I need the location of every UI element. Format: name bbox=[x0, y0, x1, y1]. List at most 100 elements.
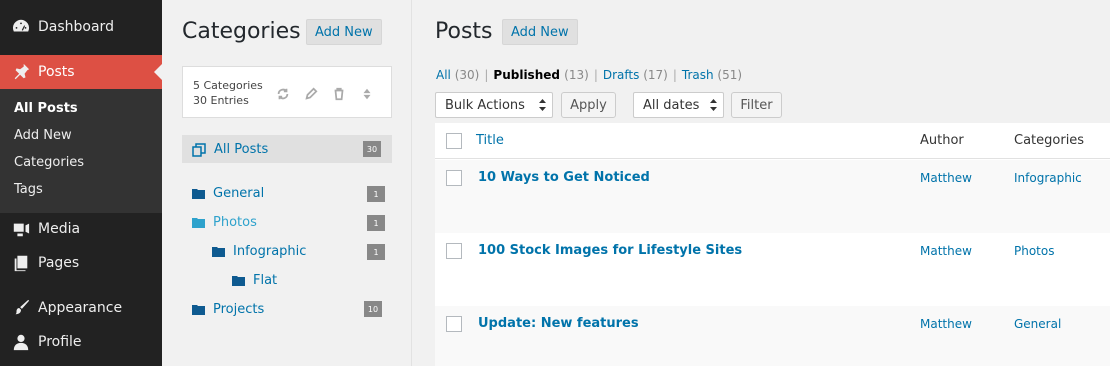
filter-drafts[interactable]: Drafts (17) bbox=[603, 68, 668, 82]
menu-profile[interactable]: Profile bbox=[0, 329, 162, 355]
all-posts-category[interactable]: All Posts 30 bbox=[182, 135, 392, 163]
posts-submenu: All Posts Add New Categories Tags bbox=[0, 89, 162, 213]
post-category-link[interactable]: Photos bbox=[1014, 244, 1054, 258]
filter-button[interactable]: Filter bbox=[731, 92, 782, 118]
filter-all[interactable]: All (30) bbox=[436, 68, 479, 82]
brush-icon bbox=[12, 299, 30, 317]
table-header: Title Author Categories bbox=[435, 123, 1110, 159]
table-row: 100 Stock Images for Lifestyle Sites Mat… bbox=[435, 233, 1110, 306]
filter-drafts-label: Drafts bbox=[602, 68, 640, 82]
separator: | bbox=[593, 68, 598, 82]
row-checkbox[interactable] bbox=[446, 316, 462, 332]
column-categories: Categories bbox=[1014, 133, 1085, 148]
pencil-icon[interactable] bbox=[304, 87, 318, 101]
copy-icon bbox=[192, 142, 206, 157]
trash-icon[interactable] bbox=[332, 87, 346, 101]
menu-dashboard[interactable]: Dashboard bbox=[0, 13, 162, 41]
category-photos[interactable]: Photos bbox=[192, 215, 257, 230]
bulk-actions-select[interactable]: Bulk Actions bbox=[435, 92, 553, 118]
category-infographic[interactable]: Infographic bbox=[212, 244, 306, 259]
post-title-link[interactable]: 100 Stock Images for Lifestyle Sites bbox=[478, 243, 742, 258]
dashboard-icon bbox=[12, 18, 30, 36]
category-photos-count: 1 bbox=[367, 215, 385, 231]
folder-icon bbox=[192, 188, 205, 199]
post-author-link[interactable]: Matthew bbox=[920, 317, 972, 331]
category-projects[interactable]: Projects bbox=[192, 302, 264, 317]
pages-icon bbox=[12, 254, 30, 272]
menu-appearance-label: Appearance bbox=[38, 300, 123, 316]
menu-posts-label: Posts bbox=[38, 64, 75, 80]
folder-icon bbox=[192, 217, 205, 228]
user-icon bbox=[12, 333, 30, 351]
dates-select[interactable]: All dates bbox=[633, 92, 724, 118]
select-all-checkbox[interactable] bbox=[446, 133, 462, 149]
categories-add-new-button[interactable]: Add New bbox=[306, 19, 382, 45]
categories-panel: Categories Add New 5 Categories 30 Entri… bbox=[162, 0, 412, 366]
submenu-add-new[interactable]: Add New bbox=[14, 128, 72, 143]
post-author-link[interactable]: Matthew bbox=[920, 171, 972, 185]
all-posts-label: All Posts bbox=[214, 141, 269, 157]
folder-icon bbox=[232, 275, 245, 286]
all-posts-count: 30 bbox=[363, 141, 381, 157]
post-author-link[interactable]: Matthew bbox=[920, 244, 972, 258]
filter-trash-count: (51) bbox=[717, 68, 743, 82]
category-general-count: 1 bbox=[367, 186, 385, 202]
select-arrows-icon bbox=[710, 99, 717, 111]
post-title-link[interactable]: Update: New features bbox=[478, 316, 639, 331]
post-category-link[interactable]: General bbox=[1014, 317, 1061, 331]
menu-media[interactable]: Media bbox=[0, 216, 162, 242]
filter-published-label: Published bbox=[493, 68, 560, 82]
categories-stats-box: 5 Categories 30 Entries bbox=[182, 66, 392, 118]
table-row: Update: New features Matthew General bbox=[435, 306, 1110, 366]
column-title[interactable]: Title bbox=[476, 133, 504, 148]
menu-posts[interactable]: Posts bbox=[0, 55, 162, 89]
dates-value: All dates bbox=[643, 97, 700, 113]
post-title-link[interactable]: 10 Ways to Get Noticed bbox=[478, 170, 650, 185]
table-row: 10 Ways to Get Noticed Matthew Infograph… bbox=[435, 160, 1110, 233]
row-checkbox[interactable] bbox=[446, 170, 462, 186]
submenu-categories[interactable]: Categories bbox=[14, 155, 84, 170]
select-arrows-icon bbox=[539, 99, 546, 111]
apply-button[interactable]: Apply bbox=[561, 92, 616, 118]
row-checkbox[interactable] bbox=[446, 243, 462, 259]
filter-drafts-count: (17) bbox=[643, 68, 668, 82]
filter-published[interactable]: Published (13) bbox=[493, 68, 588, 82]
category-infographic-count: 1 bbox=[367, 244, 385, 260]
separator: | bbox=[672, 68, 677, 82]
categories-title: Categories bbox=[182, 19, 301, 44]
menu-pages[interactable]: Pages bbox=[0, 250, 162, 276]
filter-trash-label: Trash bbox=[681, 68, 714, 82]
categories-count: 5 Categories bbox=[193, 79, 263, 92]
category-photos-label: Photos bbox=[213, 215, 257, 230]
post-status-filters: All (30) | Published (13) | Drafts (17) | Tras… bbox=[436, 68, 742, 82]
column-author: Author bbox=[920, 133, 964, 148]
media-icon bbox=[12, 220, 30, 238]
menu-dashboard-label: Dashboard bbox=[38, 19, 114, 35]
folder-icon bbox=[212, 246, 225, 257]
category-flat[interactable]: Flat bbox=[232, 273, 277, 288]
category-infographic-label: Infographic bbox=[233, 244, 307, 259]
filter-published-count: (13) bbox=[564, 68, 589, 82]
menu-appearance[interactable]: Appearance bbox=[0, 295, 162, 321]
category-projects-label: Projects bbox=[213, 302, 265, 317]
sort-icon[interactable] bbox=[360, 87, 374, 101]
submenu-tags[interactable]: Tags bbox=[14, 182, 43, 197]
post-category-link[interactable]: Infographic bbox=[1014, 171, 1082, 185]
menu-pages-label: Pages bbox=[38, 255, 80, 271]
bulk-actions-value: Bulk Actions bbox=[445, 97, 525, 113]
submenu-all-posts[interactable]: All Posts bbox=[14, 101, 78, 116]
posts-area: Posts Add New All (30) | Published (13) | Dr… bbox=[413, 0, 1110, 366]
separator: | bbox=[484, 68, 489, 82]
folder-icon bbox=[192, 304, 205, 315]
filter-all-label: All bbox=[436, 68, 451, 82]
posts-add-new-button[interactable]: Add New bbox=[502, 19, 578, 45]
filter-trash[interactable]: Trash (51) bbox=[682, 68, 742, 82]
category-general-label: General bbox=[213, 186, 265, 201]
menu-media-label: Media bbox=[38, 221, 81, 237]
posts-title: Posts bbox=[435, 19, 493, 44]
category-projects-count: 10 bbox=[364, 301, 382, 317]
filter-all-count: (30) bbox=[454, 68, 480, 82]
admin-sidebar: Dashboard Posts All Posts Add New Catego… bbox=[0, 0, 162, 366]
refresh-icon[interactable] bbox=[276, 87, 290, 101]
category-general[interactable]: General bbox=[192, 186, 264, 201]
